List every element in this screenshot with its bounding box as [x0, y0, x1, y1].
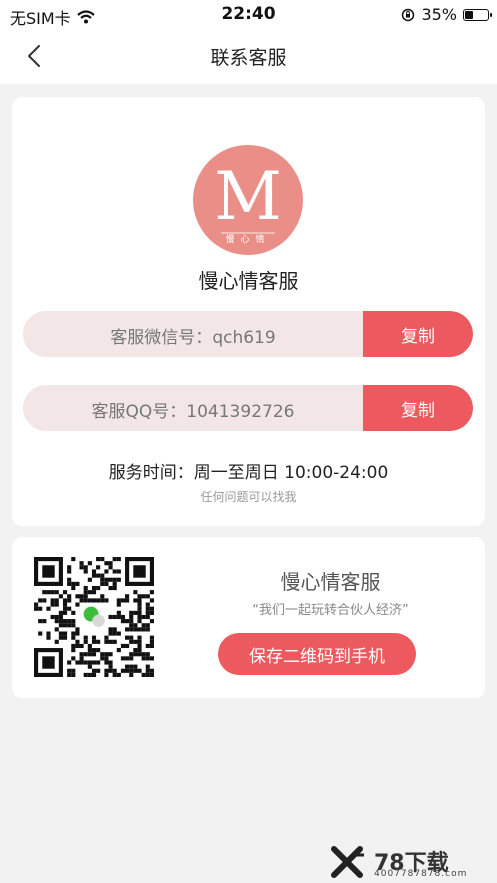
- wechat-id-row: 客服微信号：qch619 复制: [23, 311, 473, 357]
- wechat-value: qch619: [212, 328, 276, 348]
- wechat-id-text: 客服微信号：qch619: [23, 323, 363, 348]
- battery-icon: [463, 8, 492, 21]
- qq-number-text: 客服QQ号：1041392726: [23, 397, 363, 422]
- contact-card: M 慢心情 慢心情客服 客服微信号：qch619 复制 客服QQ号：104139…: [12, 97, 485, 526]
- nav-bar: 联系客服: [0, 30, 497, 84]
- qr-card-slogan: “我们一起玩转合伙人经济”: [252, 603, 409, 618]
- orientation-lock-icon: [402, 8, 415, 21]
- wechat-label: 客服微信号：: [110, 328, 213, 348]
- site-watermark: 78下载 4007787878.com: [330, 845, 490, 879]
- battery-percent: 35%: [421, 5, 457, 24]
- watermark-logo-icon: [331, 846, 364, 878]
- logo-letter: M: [214, 158, 282, 235]
- status-bar: 无SIM卡 22:40 35%: [0, 0, 497, 30]
- qr-card-title: 慢心情客服: [280, 570, 381, 594]
- service-hours: 服务时间：周一至周日 10:00-24:00: [108, 463, 389, 483]
- service-hint: 任何问题可以找我: [200, 490, 297, 504]
- qr-card: 慢心情客服 “我们一起玩转合伙人经济” 保存二维码到手机: [12, 537, 485, 698]
- status-right: 35%: [401, 5, 492, 24]
- brand-logo: M 慢心情: [193, 145, 303, 255]
- copy-qq-button[interactable]: 复制: [363, 385, 473, 431]
- logo-graphic: M 慢心情: [214, 158, 282, 245]
- copy-wechat-button[interactable]: 复制: [363, 311, 473, 357]
- page-title: 联系客服: [210, 47, 287, 69]
- brand-name: 慢心情客服: [198, 269, 299, 293]
- qq-label: 客服QQ号：: [91, 402, 187, 422]
- watermark-phone: 4007787878.com: [374, 869, 468, 879]
- logo-caption: 慢心情: [225, 233, 270, 245]
- save-qr-button[interactable]: 保存二维码到手机: [218, 633, 416, 675]
- wechat-qr-code: [34, 557, 154, 677]
- qq-number-row: 客服QQ号：1041392726 复制: [23, 385, 473, 431]
- qq-value: 1041392726: [186, 402, 295, 422]
